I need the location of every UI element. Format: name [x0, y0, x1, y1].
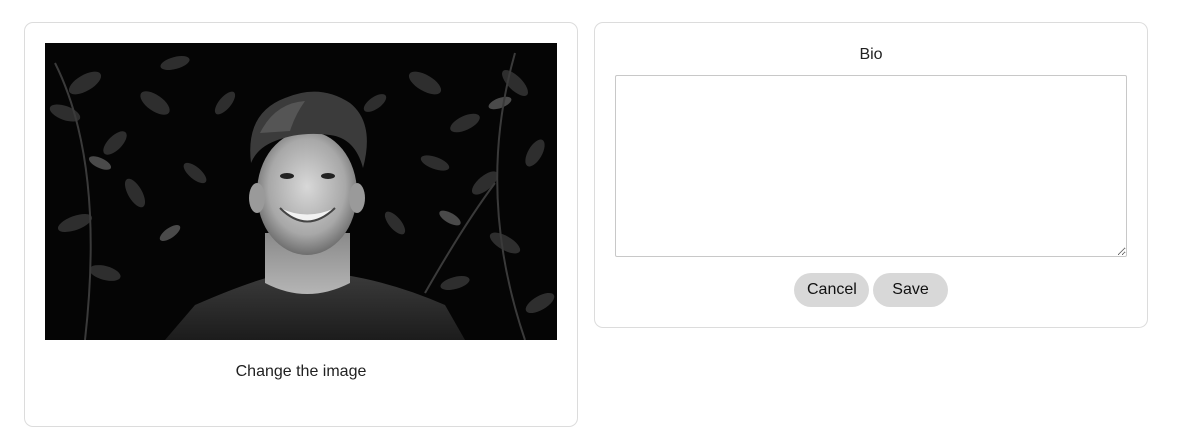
change-image-link[interactable]: Change the image — [25, 363, 577, 381]
profile-photo-image — [45, 43, 557, 340]
profile-image-card: Change the image — [24, 22, 578, 427]
bio-card: Bio Cancel Save — [594, 22, 1148, 328]
bio-label: Bio — [859, 46, 883, 63]
bio-textarea[interactable] — [615, 75, 1127, 257]
cancel-button[interactable]: Cancel — [794, 273, 869, 307]
bio-actions: Cancel Save — [595, 273, 1147, 307]
save-button[interactable]: Save — [873, 273, 948, 307]
profile-photo — [45, 43, 557, 340]
